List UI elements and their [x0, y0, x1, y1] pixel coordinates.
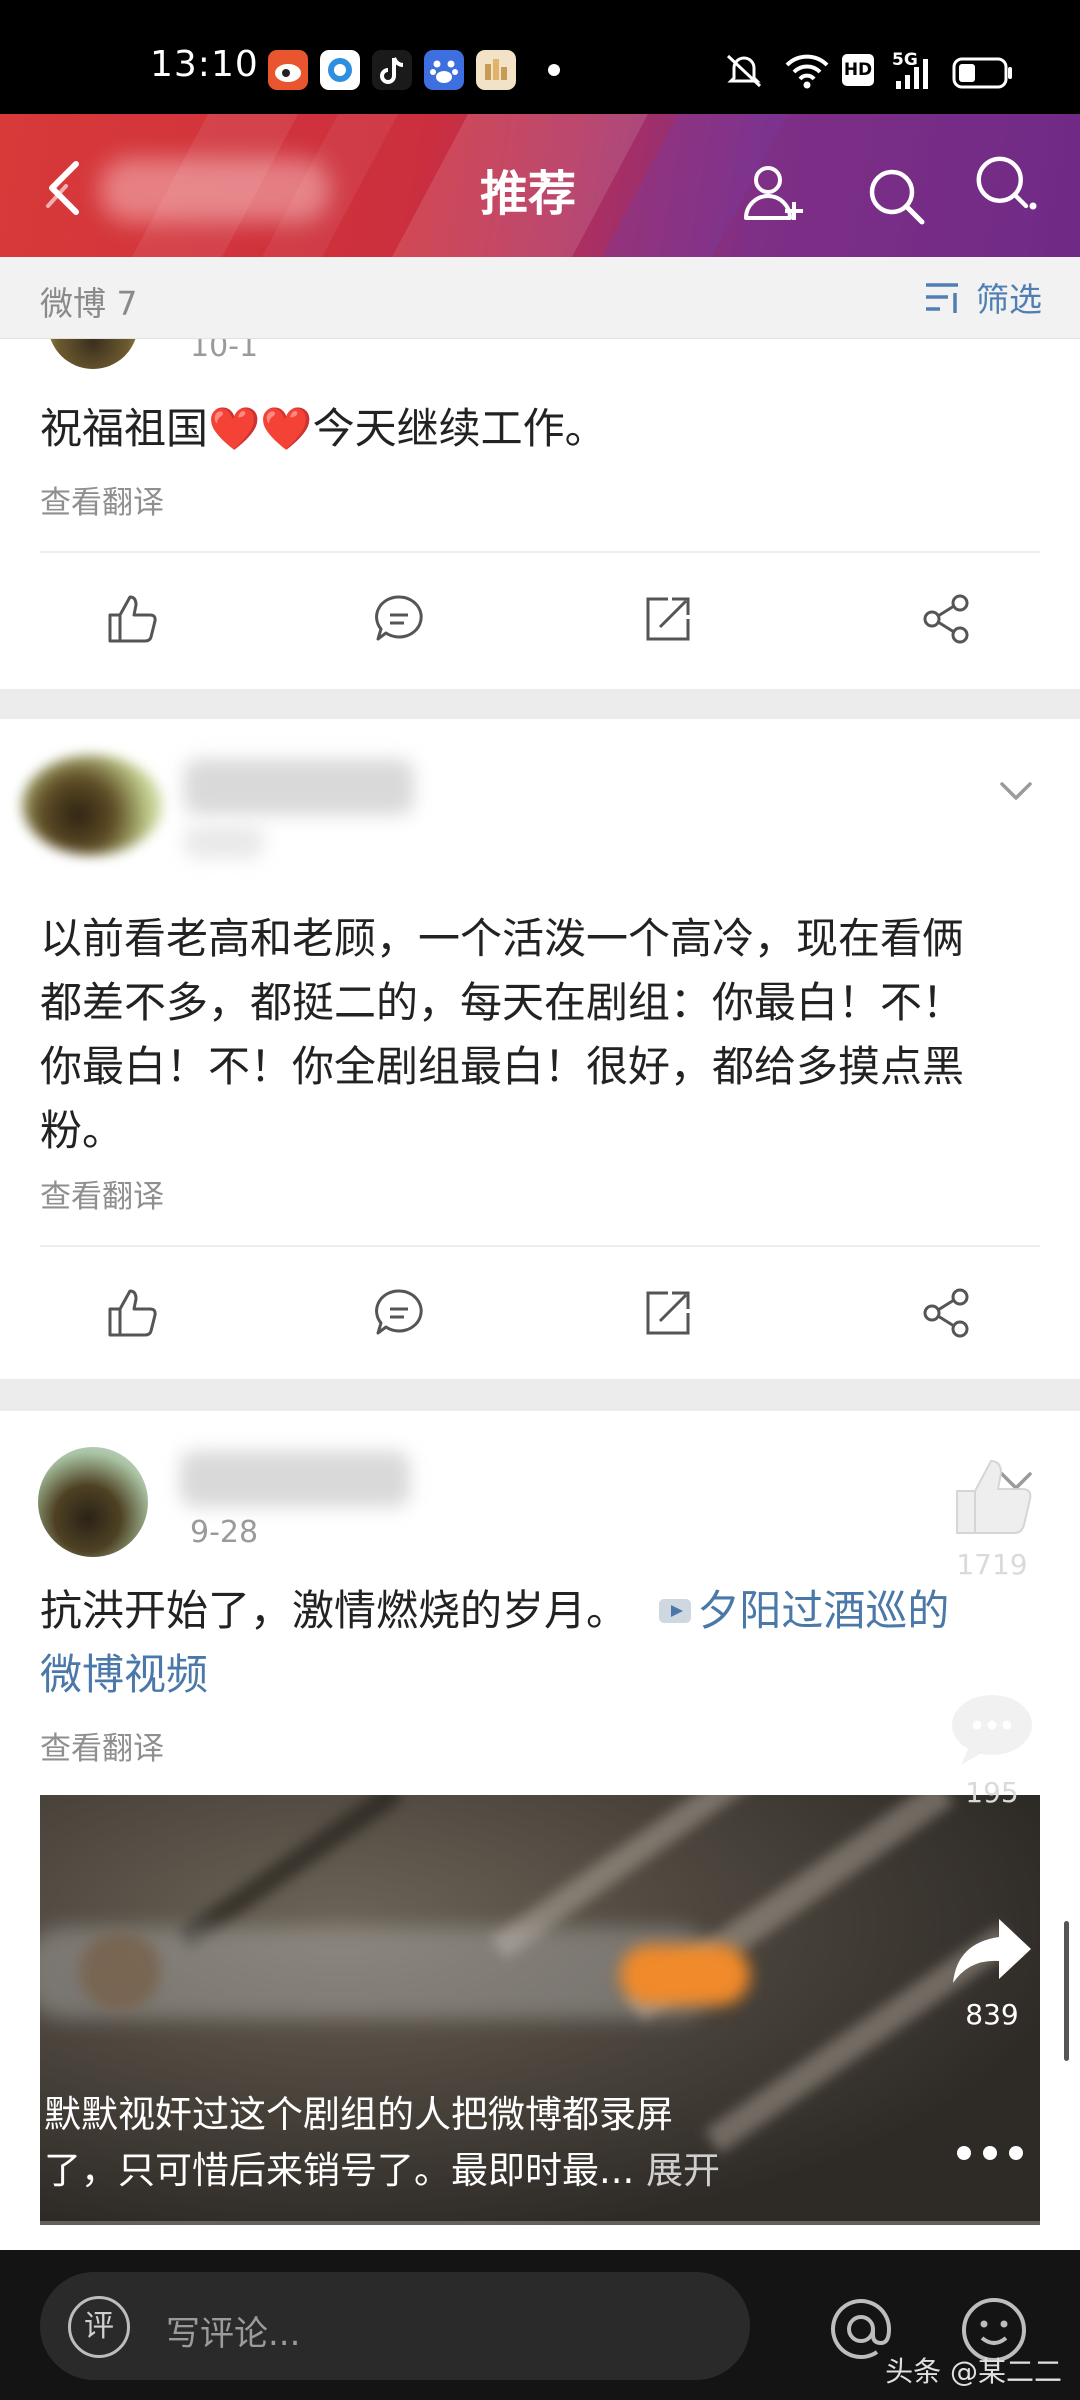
tiktok-icon — [372, 50, 412, 90]
more-dots-icon — [957, 2146, 1023, 2160]
post-text: 抗洪开始了，激情燃烧的岁月。 夕阳过酒巡的 微博视频 — [40, 1579, 1050, 1707]
video-more-button[interactable] — [950, 2139, 1030, 2172]
blurred-username — [184, 759, 414, 815]
blurred-account-name — [100, 158, 330, 222]
post-text-line: 都差不多，都挺二的，每天在剧组：你最白！不！ — [40, 978, 965, 1027]
post-text-line: 抗洪开始了，激情燃烧的岁月。 夕阳过酒巡的 — [40, 1579, 1050, 1643]
blurred-avatar — [80, 1931, 160, 2011]
post-date: 9-28 — [190, 1515, 259, 1550]
super-search-icon[interactable] — [970, 150, 1040, 220]
post-count-label: 微博 7 — [40, 284, 138, 323]
wifi-icon — [785, 54, 829, 89]
watermark: 头条 @某二二 — [885, 2355, 1062, 2388]
comment-count: 195 — [965, 1776, 1019, 1809]
scrollbar-thumb[interactable] — [1064, 1921, 1069, 2061]
post-text-line: 粉。 — [40, 1106, 125, 1155]
more-notifications-dot — [548, 64, 560, 76]
video-source-link[interactable]: 夕阳过酒巡的 — [697, 1586, 949, 1635]
video-progress-track[interactable] — [40, 2221, 1040, 2225]
app-header: 推荐 — [0, 114, 1080, 257]
filter-label: 筛选 — [976, 280, 1042, 319]
post-card: 以前看老高和老顾，一个活泼一个高冷，现在看俩 都差不多，都挺二的，每天在剧组：你… — [0, 719, 1080, 1379]
post-card: 9-28 抗洪开始了，激情燃烧的岁月。 夕阳过酒巡的 微博视频 查看翻译 默默视… — [0, 1411, 1080, 2250]
filter-bar: 微博 7 筛选 — [0, 257, 1080, 339]
repost-icon[interactable] — [638, 589, 698, 649]
video-player[interactable]: 默默视奸过这个剧组的人把微博都录屏 了，只可惜后来销号了。最即时最... 展开 — [40, 1795, 1040, 2225]
divider — [40, 1245, 1040, 1247]
video-comment-button[interactable]: 195 — [942, 1689, 1042, 1809]
browser-icon — [320, 50, 360, 90]
video-caption-line: 默默视奸过这个剧组的人把微博都录屏 — [44, 2093, 673, 2136]
video-share-button[interactable]: 839 — [942, 1911, 1042, 2031]
repost-icon[interactable] — [638, 1283, 698, 1343]
comment-input[interactable]: 评 写评论... — [40, 2272, 750, 2380]
share-count: 839 — [965, 1998, 1019, 2031]
comment-bubble-icon — [952, 1695, 1032, 1765]
blurred-username — [180, 1451, 410, 1507]
signal-icon — [896, 59, 928, 89]
bottom-comment-bar: 评 写评论... 头条 @某二二 — [0, 2250, 1080, 2400]
like-count: 1719 — [956, 1548, 1028, 1581]
blurred-badge — [620, 1945, 750, 2005]
view-translation-link[interactable]: 查看翻译 — [40, 1171, 164, 1216]
add-user-icon[interactable] — [740, 158, 810, 228]
video-caption-text: 了，只可惜后来销号了。最即时最... — [44, 2149, 635, 2192]
gallery-icon — [476, 50, 516, 90]
post-date: 10-1 — [190, 339, 259, 364]
post-text-line: 以前看老高和老顾，一个活泼一个高冷，现在看俩 — [40, 914, 965, 963]
avatar[interactable] — [38, 1447, 148, 1557]
baidu-icon — [424, 50, 464, 90]
post-text: 祝福祖国❤️❤️今天继续工作。 — [40, 404, 607, 453]
like-icon[interactable] — [102, 1283, 162, 1343]
like-icon[interactable] — [102, 589, 162, 649]
comment-icon[interactable] — [370, 1283, 430, 1343]
search-icon[interactable] — [862, 162, 932, 232]
post-text-line: 你最白！不！你全剧组最白！很好，都给多摸点黑 — [40, 1042, 965, 1091]
divider — [40, 551, 1040, 553]
page-title: 推荐 — [480, 166, 577, 222]
weibo-icon — [268, 50, 308, 90]
avatar[interactable] — [22, 755, 162, 855]
comment-badge-icon: 评 — [68, 2296, 130, 2358]
blurred-date — [184, 825, 264, 859]
post-text-content: 抗洪开始了，激情燃烧的岁月。 — [40, 1586, 629, 1635]
avatar[interactable] — [48, 339, 138, 369]
post-feed[interactable]: 10-1 祝福祖国❤️❤️今天继续工作。 查看翻译 以前看老高和老顾，一个活泼一… — [0, 339, 1080, 2250]
thumbs-up-icon — [956, 1459, 1032, 1534]
filter-icon — [926, 283, 958, 313]
video-link-icon[interactable] — [655, 1591, 695, 1631]
video-like-button[interactable]: 1719 — [942, 1451, 1042, 1581]
status-time: 13:10 — [150, 44, 259, 85]
hd-icon: HD — [842, 54, 874, 86]
video-caption-line: 了，只可惜后来销号了。最即时最... 展开 — [44, 2143, 860, 2199]
post-card: 10-1 祝福祖国❤️❤️今天继续工作。 查看翻译 — [0, 339, 1080, 689]
chevron-down-icon[interactable] — [998, 779, 1034, 803]
status-bar: 13:10 HD 5G — [0, 0, 1080, 114]
video-source-link[interactable]: 微博视频 — [40, 1650, 208, 1699]
share-icon[interactable] — [916, 589, 976, 649]
mute-icon — [726, 54, 762, 88]
share-arrow-icon — [953, 1919, 1031, 1983]
video-caption: 默默视奸过这个剧组的人把微博都录屏 了，只可惜后来销号了。最即时最... 展开 — [40, 2087, 860, 2199]
post-text-line: 微博视频 — [40, 1643, 1050, 1707]
view-translation-link[interactable]: 查看翻译 — [40, 1723, 164, 1768]
comment-icon[interactable] — [370, 589, 430, 649]
filter-button[interactable]: 筛选 — [922, 273, 1042, 321]
share-icon[interactable] — [916, 1283, 976, 1343]
back-arrow-icon[interactable] — [36, 150, 96, 222]
comment-placeholder: 写评论... — [166, 2314, 301, 2354]
battery-icon — [952, 57, 1012, 89]
view-translation-link[interactable]: 查看翻译 — [40, 477, 164, 522]
post-text: 以前看老高和老顾，一个活泼一个高冷，现在看俩 都差不多，都挺二的，每天在剧组：你… — [40, 907, 1050, 1163]
expand-link[interactable]: 展开 — [646, 2149, 720, 2192]
